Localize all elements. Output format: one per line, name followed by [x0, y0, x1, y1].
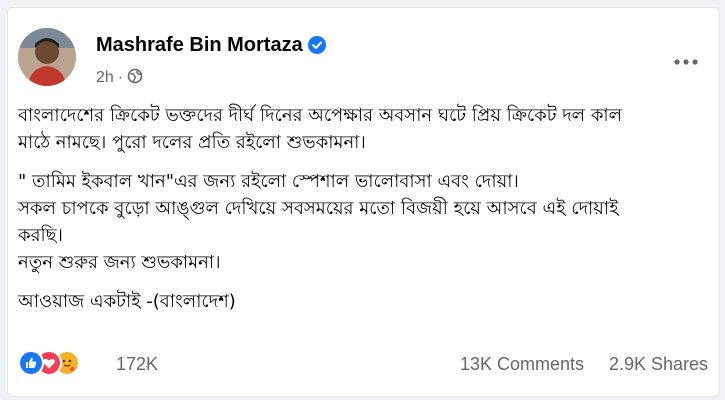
- post-line: নতুন শুরুর জন্য শুভকামনা।: [18, 252, 221, 273]
- like-reaction-icon: [18, 350, 44, 376]
- post-line: " তামিম ইকবাল খান"এর জন্য রইলো স্পেশাল ভ…: [18, 171, 519, 192]
- comments-link[interactable]: 13K Comments: [460, 354, 584, 375]
- shares-link[interactable]: 2.9K Shares: [609, 354, 708, 375]
- post-line: বাংলাদেশের ক্রিকেট ভক্তদের দীর্ঘ দিনের অ…: [18, 105, 623, 126]
- post-text: বাংলাদেশের ক্রিকেট ভক্তদের দীর্ঘ দিনের অ…: [18, 102, 708, 315]
- globe-icon[interactable]: [127, 68, 143, 86]
- post-line: করছি।: [18, 225, 63, 246]
- post-header: Mashrafe Bin Mortaza 2h ·: [18, 28, 708, 90]
- post-card: Mashrafe Bin Mortaza 2h · বাংলাদেশের ক্রি…: [7, 7, 720, 397]
- author-name[interactable]: Mashrafe Bin Mortaza: [96, 34, 326, 60]
- more-options-icon[interactable]: [668, 44, 704, 80]
- reaction-icons[interactable]: [18, 350, 98, 378]
- post-line: আওয়াজ একটাই -(বাংলাদেশ): [18, 291, 236, 312]
- post-footer: 172K 13K Comments 2.9K Shares: [18, 348, 708, 378]
- meta-separator: ·: [117, 69, 124, 86]
- author-avatar[interactable]: [18, 28, 76, 86]
- post-time[interactable]: 2h: [96, 69, 114, 86]
- post-line: মাঠে নামছে। পুরো দলের প্রতি রইলো শুভকামন…: [18, 132, 366, 153]
- post-line: সকল চাপকে বুড়ো আঙ্গুল দেখিয়ে সবসময়ের …: [18, 198, 619, 219]
- verified-badge-icon: [307, 36, 326, 60]
- post-meta: 2h ·: [96, 68, 143, 87]
- author-name-text[interactable]: Mashrafe Bin Mortaza: [96, 34, 303, 56]
- reactions-count[interactable]: 172K: [116, 354, 158, 375]
